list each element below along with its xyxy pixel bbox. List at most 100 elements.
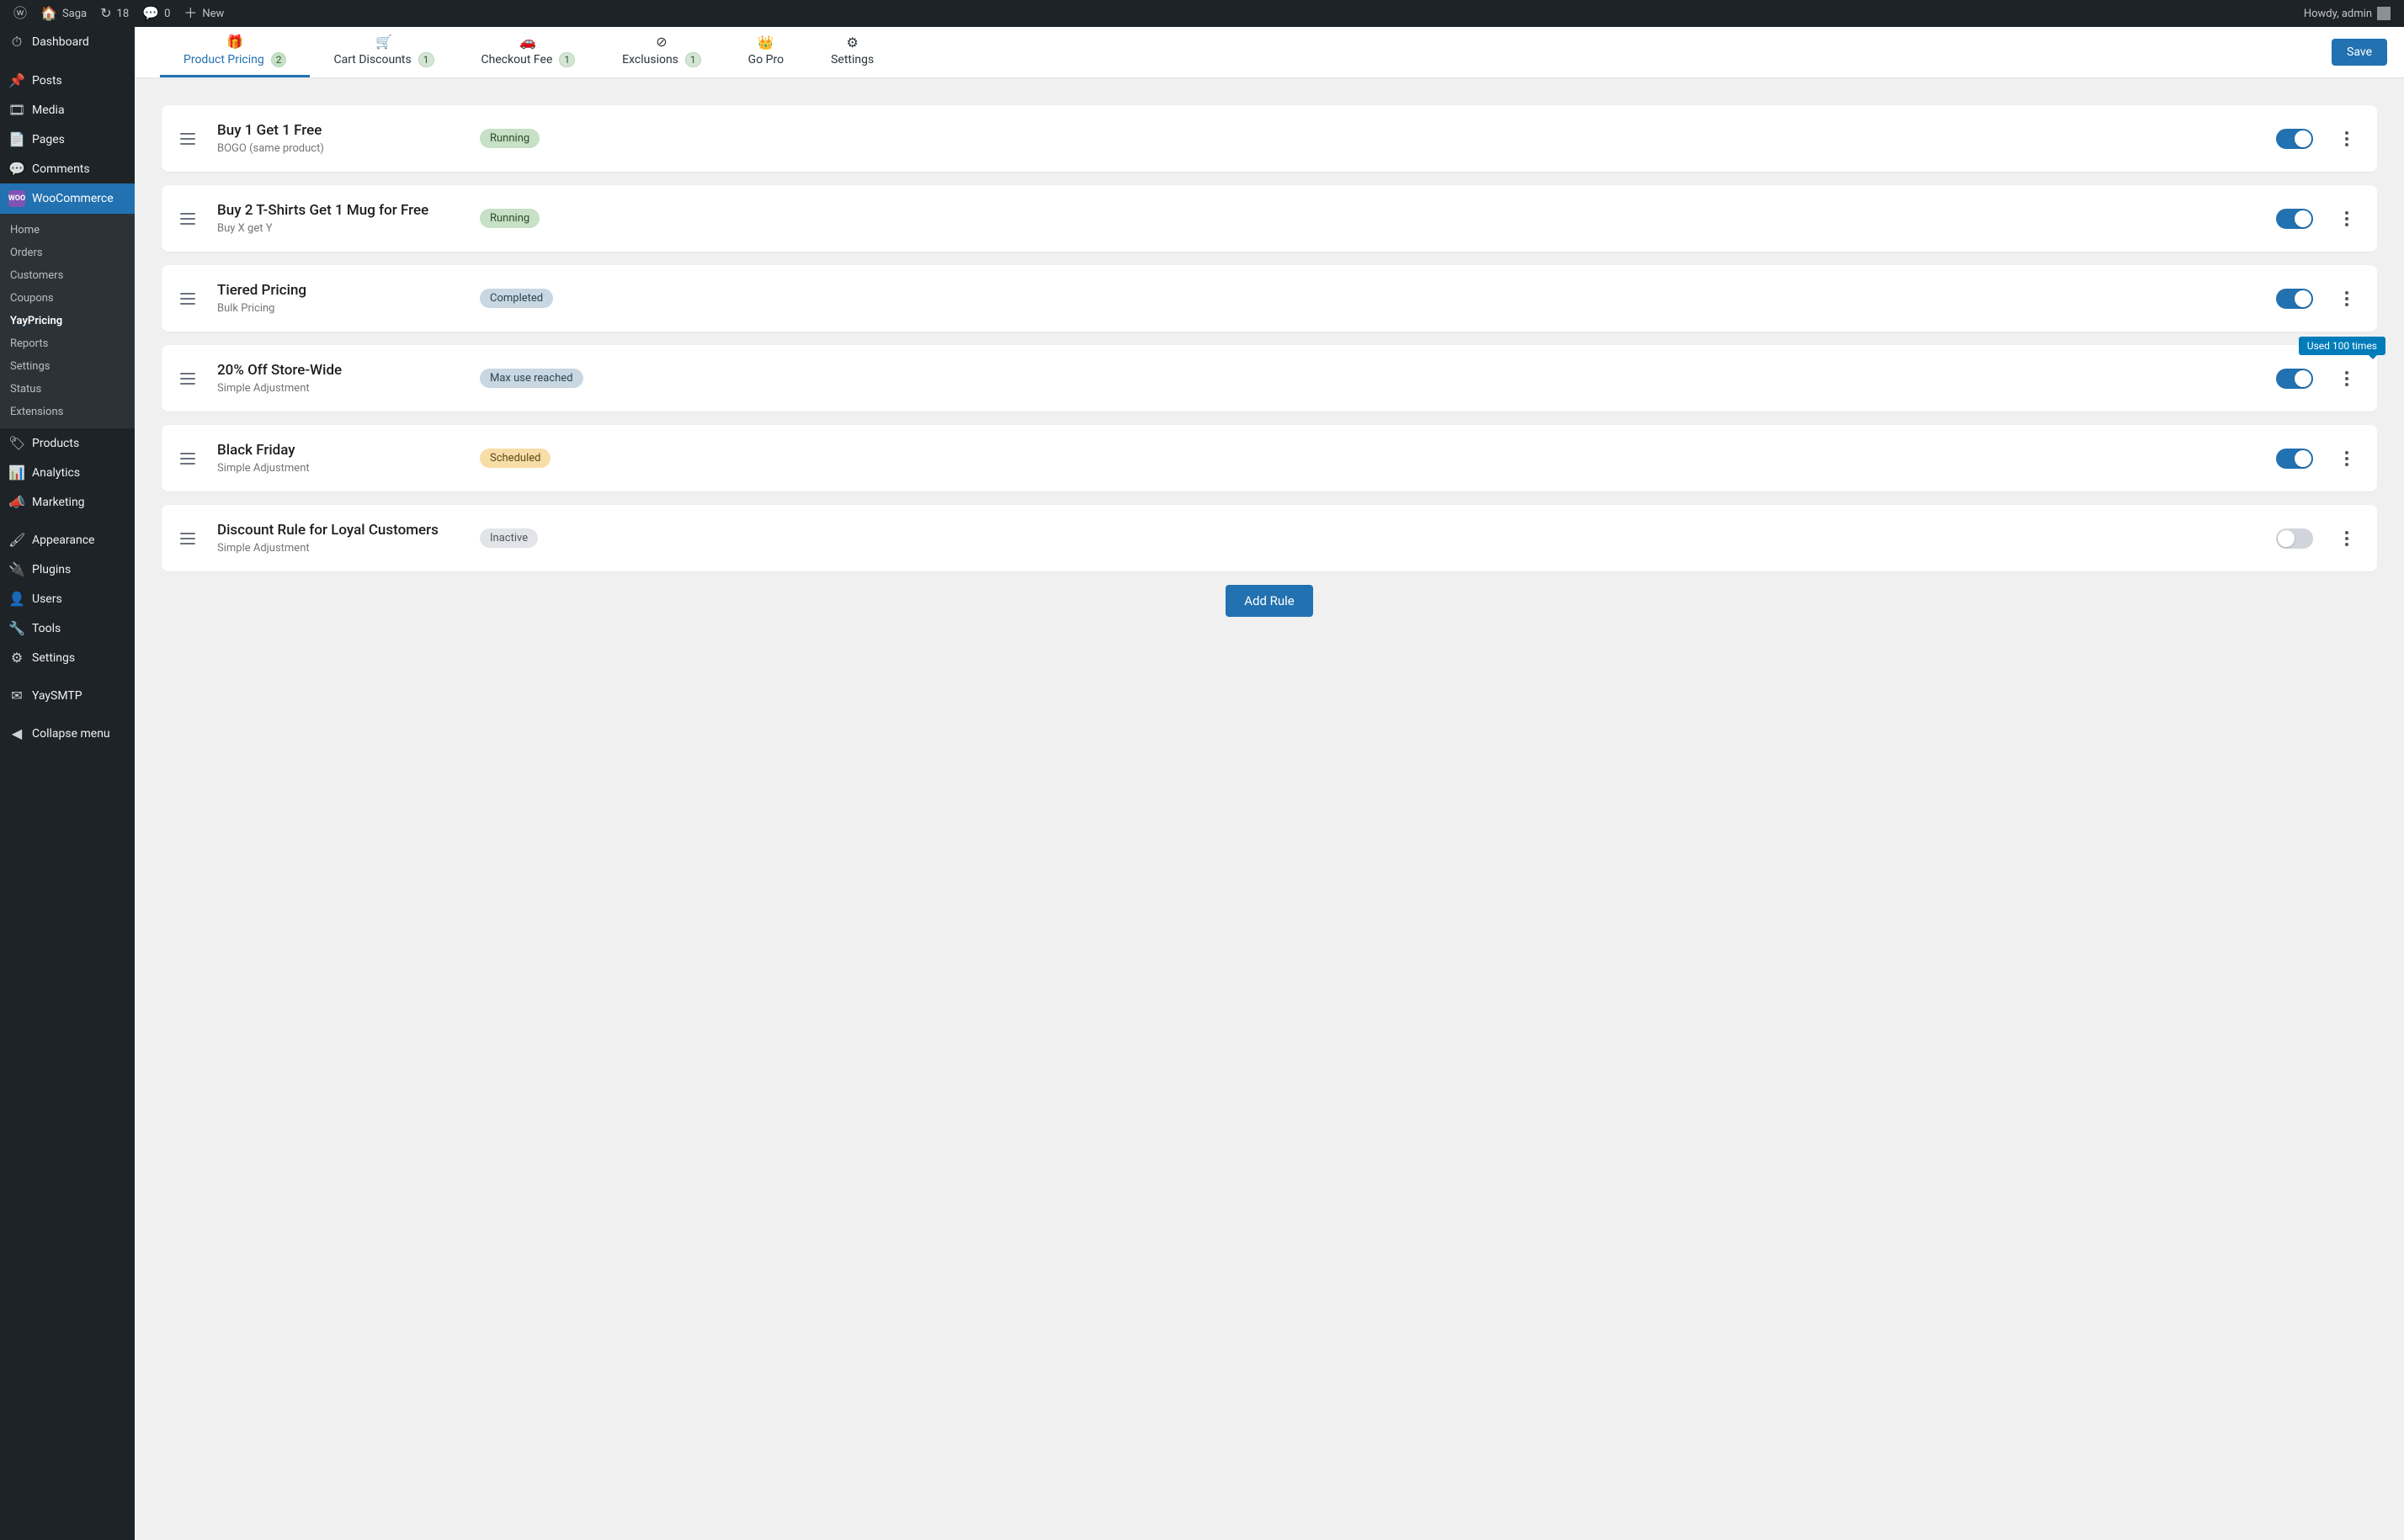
new-content-link[interactable]: ＋New — [177, 0, 231, 27]
drag-handle-icon[interactable] — [177, 373, 199, 385]
sidebar-item-analytics[interactable]: 📊Analytics — [0, 458, 135, 487]
status-badge: Completed — [480, 289, 553, 308]
updates-link[interactable]: ↻18 — [93, 0, 136, 27]
more-actions-icon[interactable] — [2337, 528, 2357, 549]
megaphone-icon: 📣 — [8, 494, 25, 510]
more-actions-icon[interactable] — [2337, 129, 2357, 149]
more-actions-icon[interactable] — [2337, 289, 2357, 309]
rule-title: Discount Rule for Loyal Customers — [217, 522, 461, 539]
tab-cart-discounts[interactable]: 🛒Cart Discounts1 — [310, 27, 457, 77]
submenu-item-home[interactable]: Home — [0, 219, 135, 242]
sidebar-item-label: Users — [32, 592, 62, 606]
dashboard-icon: ⏱ — [8, 34, 25, 50]
sidebar-item-yaysmtp[interactable]: ✉YaySMTP — [0, 681, 135, 710]
wp-logo-icon: ⓦ — [13, 7, 27, 20]
rule-info[interactable]: Buy 1 Get 1 FreeBOGO (same product) — [217, 122, 461, 155]
sidebar-item-marketing[interactable]: 📣Marketing — [0, 487, 135, 517]
tab-label: Cart Discounts — [333, 53, 411, 66]
rule-status: Running — [480, 129, 540, 148]
rule-info[interactable]: Black FridaySimple Adjustment — [217, 442, 461, 475]
submenu-item-extensions[interactable]: Extensions — [0, 401, 135, 423]
enable-toggle[interactable] — [2276, 369, 2313, 389]
sidebar-item-label: Appearance — [32, 534, 94, 547]
submenu-item-reports[interactable]: Reports — [0, 332, 135, 355]
tab-go-pro[interactable]: 👑Go Pro — [725, 27, 807, 77]
sidebar-item-pages[interactable]: 📄Pages — [0, 125, 135, 154]
sidebar-item-label: WooCommerce — [32, 192, 114, 205]
rule-subtitle: Simple Adjustment — [217, 462, 461, 475]
rule-title: Tiered Pricing — [217, 282, 461, 299]
cart-icon: 🛒 — [375, 35, 392, 49]
sidebar-item-tools[interactable]: 🔧 Tools — [0, 613, 135, 643]
tab-label: Go Pro — [748, 53, 784, 66]
enable-toggle[interactable] — [2276, 129, 2313, 149]
sidebar-item-label: YaySMTP — [32, 689, 82, 703]
drag-handle-icon[interactable] — [177, 453, 199, 465]
sidebar-item-dashboard[interactable]: ⏱Dashboard — [0, 27, 135, 57]
rule-info[interactable]: 20% Off Store-WideSimple Adjustment — [217, 362, 461, 395]
wp-logo[interactable]: ⓦ — [7, 0, 34, 27]
howdy-link[interactable]: Howdy, admin — [2297, 0, 2397, 27]
sidebar-item-media[interactable]: 🎞Media — [0, 95, 135, 125]
admin-sidebar: ⏱Dashboard 📌Posts🎞Media📄Pages💬Comments WO… — [0, 27, 135, 1540]
sidebar-item-users[interactable]: 👤Users — [0, 584, 135, 613]
drag-handle-icon[interactable] — [177, 293, 199, 305]
submenu-item-orders[interactable]: Orders — [0, 242, 135, 264]
rule-info[interactable]: Buy 2 T-Shirts Get 1 Mug for FreeBuy X g… — [217, 202, 461, 235]
sidebar-item-appearance[interactable]: 🖌 Appearance — [0, 525, 135, 555]
submenu-item-settings[interactable]: Settings — [0, 355, 135, 378]
cog-icon: ⚙ — [8, 650, 25, 666]
site-name: Saga — [62, 8, 87, 20]
analytics-icon: 📊 — [8, 465, 25, 481]
sidebar-item-products[interactable]: 🏷 Products — [0, 428, 135, 458]
sidebar-item-collapse-menu[interactable]: ◀Collapse menu — [0, 719, 135, 748]
submenu-item-status[interactable]: Status — [0, 378, 135, 401]
site-name-link[interactable]: 🏠Saga — [34, 0, 93, 27]
gear-icon: ⚙ — [846, 36, 858, 50]
rule-title: Buy 1 Get 1 Free — [217, 122, 461, 139]
brush-icon: 🖌 — [8, 532, 25, 548]
sidebar-item-plugins[interactable]: 🔌Plugins — [0, 555, 135, 584]
tab-exclusions[interactable]: ⊘Exclusions1 — [598, 27, 725, 77]
more-actions-icon[interactable] — [2337, 209, 2357, 229]
status-badge: Inactive — [480, 528, 538, 548]
wp-admin-bar: ⓦ 🏠Saga ↻18 💬0 ＋New Howdy, admin — [0, 0, 2404, 27]
sidebar-item-posts[interactable]: 📌Posts — [0, 66, 135, 95]
enable-toggle[interactable] — [2276, 289, 2313, 309]
enable-toggle[interactable] — [2276, 209, 2313, 229]
submenu-item-customers[interactable]: Customers — [0, 264, 135, 287]
cash-icon: 🚗 — [519, 35, 536, 49]
drag-handle-icon[interactable] — [177, 133, 199, 145]
drag-handle-icon[interactable] — [177, 533, 199, 544]
drag-handle-icon[interactable] — [177, 213, 199, 225]
sidebar-item-comments[interactable]: 💬Comments — [0, 154, 135, 183]
enable-toggle[interactable] — [2276, 528, 2313, 549]
sidebar-item-label: Products — [32, 437, 79, 450]
tab-settings[interactable]: ⚙Settings — [807, 27, 897, 77]
tab-checkout-fee[interactable]: 🚗Checkout Fee1 — [458, 27, 599, 77]
more-actions-icon[interactable] — [2337, 369, 2357, 389]
comment-icon: 💬 — [8, 161, 25, 177]
comments-link[interactable]: 💬0 — [136, 0, 177, 27]
sidebar-item-label: Tools — [32, 622, 61, 635]
submenu-item-yaypricing[interactable]: YayPricing — [0, 310, 135, 332]
rule-info[interactable]: Tiered PricingBulk Pricing — [217, 282, 461, 315]
tab-label: Checkout Fee — [481, 53, 553, 66]
status-badge: Max use reached — [480, 369, 583, 388]
add-rule-button[interactable]: Add Rule — [1226, 585, 1313, 617]
rule-status: Completed — [480, 289, 553, 308]
tag-icon: 🏷 — [8, 435, 25, 451]
tab-product-pricing[interactable]: 🎁Product Pricing2 — [160, 27, 310, 77]
submenu-item-coupons[interactable]: Coupons — [0, 287, 135, 310]
new-label: New — [202, 8, 224, 20]
sidebar-item-woocommerce[interactable]: WOO WooCommerce — [0, 183, 135, 214]
status-badge: Running — [480, 129, 540, 148]
wrench-icon: 🔧 — [8, 620, 25, 636]
sidebar-item-label: Posts — [32, 74, 62, 88]
rule-info[interactable]: Discount Rule for Loyal CustomersSimple … — [217, 522, 461, 555]
more-actions-icon[interactable] — [2337, 449, 2357, 469]
save-button[interactable]: Save — [2332, 39, 2387, 66]
avatar — [2377, 7, 2391, 20]
sidebar-item-settings[interactable]: ⚙Settings — [0, 643, 135, 672]
enable-toggle[interactable] — [2276, 449, 2313, 469]
